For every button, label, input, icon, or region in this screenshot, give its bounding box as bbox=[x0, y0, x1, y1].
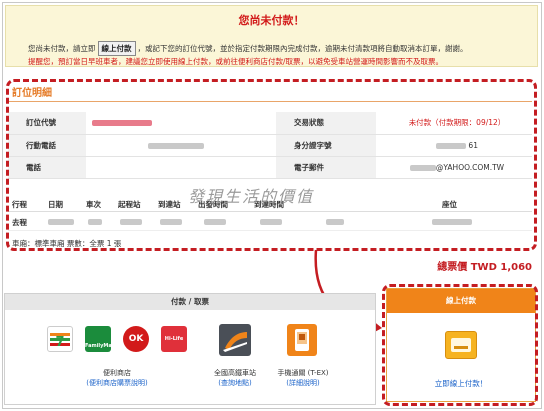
svg-text:7: 7 bbox=[55, 335, 64, 350]
payment-ticketing-panel: 付款 / 取票 7 FamilyMart OK Hi-Life 便利商店 (便利… bbox=[4, 293, 376, 405]
mobile-tex-link[interactable]: (詳細說明) bbox=[263, 378, 343, 388]
seven-eleven-logo[interactable]: 7 bbox=[47, 326, 73, 352]
seven-eleven-icon: 7 bbox=[50, 333, 70, 350]
familymart-logo[interactable]: FamilyMart bbox=[85, 326, 117, 352]
hilife-label: Hi-Life bbox=[164, 336, 184, 342]
familymart-label: FamilyMart bbox=[85, 343, 117, 349]
convenience-store-title: 便利商店 bbox=[103, 369, 131, 377]
hsr-station-logo[interactable] bbox=[219, 324, 251, 356]
highlight-box-online bbox=[382, 284, 538, 406]
train-icon bbox=[223, 332, 247, 352]
mobile-tex-title: 手機通關 (T-EX) bbox=[277, 369, 329, 377]
hilife-logo[interactable]: Hi-Life bbox=[161, 326, 187, 352]
ok-mart-logo[interactable]: OK bbox=[123, 326, 149, 352]
mobile-phone-icon bbox=[295, 329, 309, 351]
payment-heading: 付款 / 取票 bbox=[5, 294, 375, 310]
ok-label: OK bbox=[128, 334, 144, 344]
convenience-store-link[interactable]: (便利商店購票說明) bbox=[47, 378, 187, 388]
mobile-tex-logo[interactable] bbox=[287, 324, 317, 356]
